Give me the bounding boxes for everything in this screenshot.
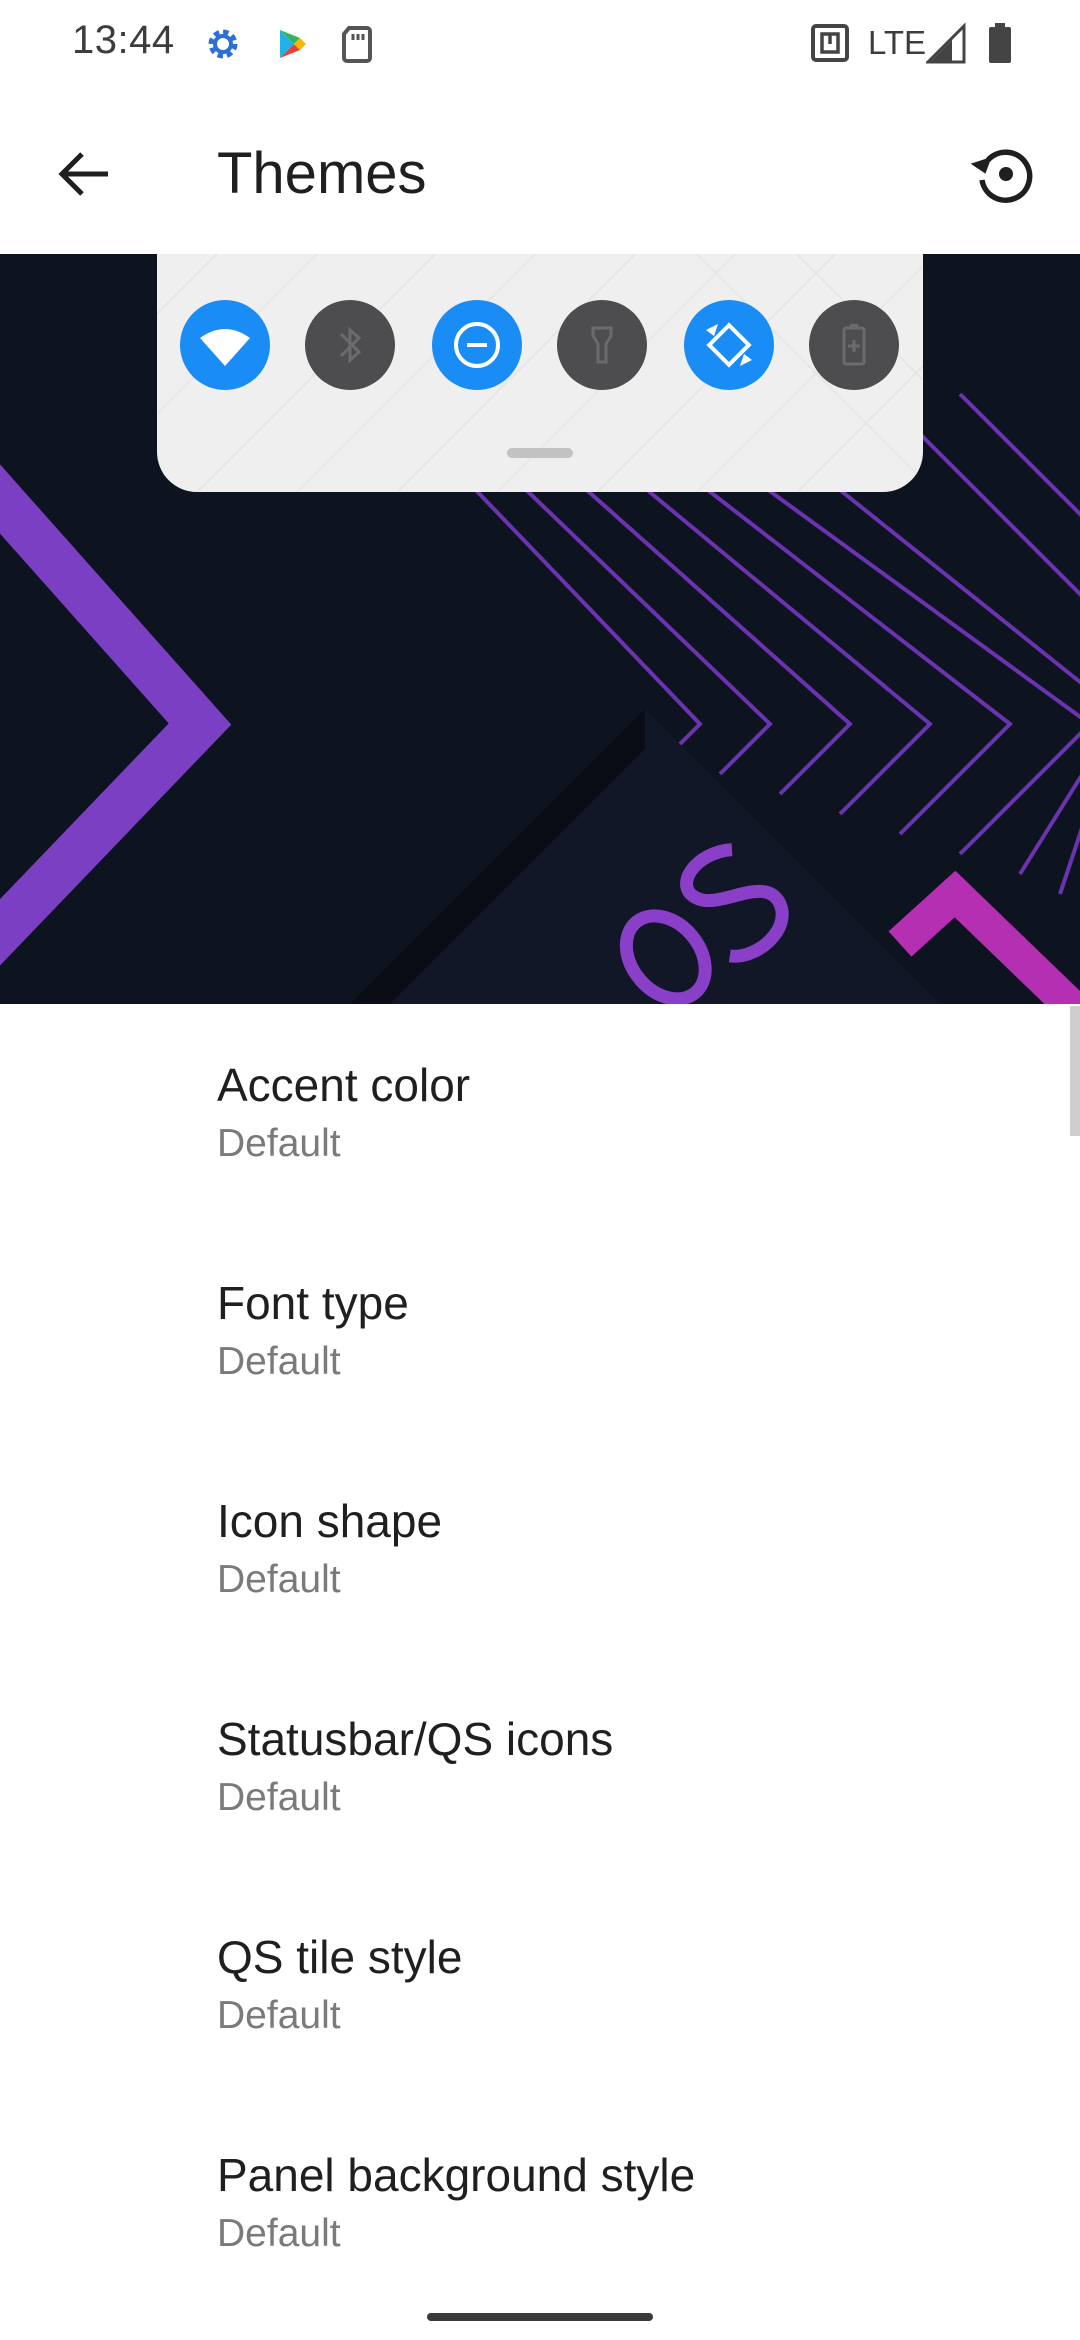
setting-title: QS tile style (217, 1931, 463, 1983)
qs-tile-auto-rotate[interactable] (684, 300, 774, 390)
scrollbar[interactable] (1070, 1006, 1080, 1136)
theme-preview (0, 254, 1080, 1004)
restore-button[interactable] (960, 130, 1048, 218)
setting-icon-shape[interactable]: Icon shape Default (0, 1440, 1060, 1658)
page-title: Themes (217, 141, 427, 206)
setting-title: Icon shape (217, 1495, 443, 1547)
settings-gear-icon (203, 20, 243, 68)
auto-rotate-icon (706, 322, 752, 368)
setting-summary: Default (217, 2212, 341, 2255)
flashlight-icon (591, 326, 613, 364)
gesture-nav-handle[interactable] (427, 2313, 653, 2321)
qs-drag-handle[interactable] (507, 448, 573, 458)
quick-settings-panel (157, 254, 923, 492)
battery-saver-icon (842, 324, 866, 366)
qs-tile-battery-saver[interactable] (809, 300, 899, 390)
bluetooth-icon (339, 326, 362, 364)
setting-title: Panel background style (217, 2149, 696, 2201)
app-bar: Themes (0, 90, 1080, 254)
dnd-icon (454, 322, 500, 368)
status-bar: 13:44 LTE (0, 0, 1080, 90)
back-button[interactable] (40, 130, 128, 218)
setting-accent-color[interactable]: Accent color Default (0, 1004, 1060, 1222)
setting-summary: Default (217, 1122, 341, 1165)
setting-summary: Default (217, 1340, 341, 1383)
setting-summary: Default (217, 1776, 341, 1819)
themes-screen: 13:44 LTE Themes Accent color Default Fo… (0, 0, 1080, 2340)
signal-icon (924, 22, 966, 70)
network-type: LTE (868, 24, 927, 61)
qs-tile-flashlight[interactable] (557, 300, 647, 390)
setting-title: Statusbar/QS icons (217, 1713, 614, 1765)
setting-panel-background-style[interactable]: Panel background style Default (0, 2094, 1060, 2312)
setting-qs-tile-style[interactable]: QS tile style Default (0, 1876, 1060, 2094)
setting-title: Accent color (217, 1059, 471, 1111)
qs-tile-do-not-disturb[interactable] (432, 300, 522, 390)
arrow-back-icon (58, 152, 108, 196)
qs-tile-wifi[interactable] (180, 300, 270, 390)
qs-tile-bluetooth[interactable] (305, 300, 395, 390)
setting-statusbar-qs-icons[interactable]: Statusbar/QS icons Default (0, 1658, 1060, 1876)
restore-icon (970, 149, 1033, 203)
setting-font-type[interactable]: Font type Default (0, 1222, 1060, 1440)
nfc-icon (810, 22, 850, 70)
status-time: 13:44 (72, 18, 175, 62)
setting-summary: Default (217, 1994, 341, 2037)
wifi-icon (200, 329, 250, 366)
setting-title: Font type (217, 1277, 409, 1329)
setting-summary: Default (217, 1558, 341, 1601)
sd-card-icon (337, 20, 377, 68)
play-store-icon (272, 20, 312, 68)
battery-icon (980, 20, 1020, 68)
